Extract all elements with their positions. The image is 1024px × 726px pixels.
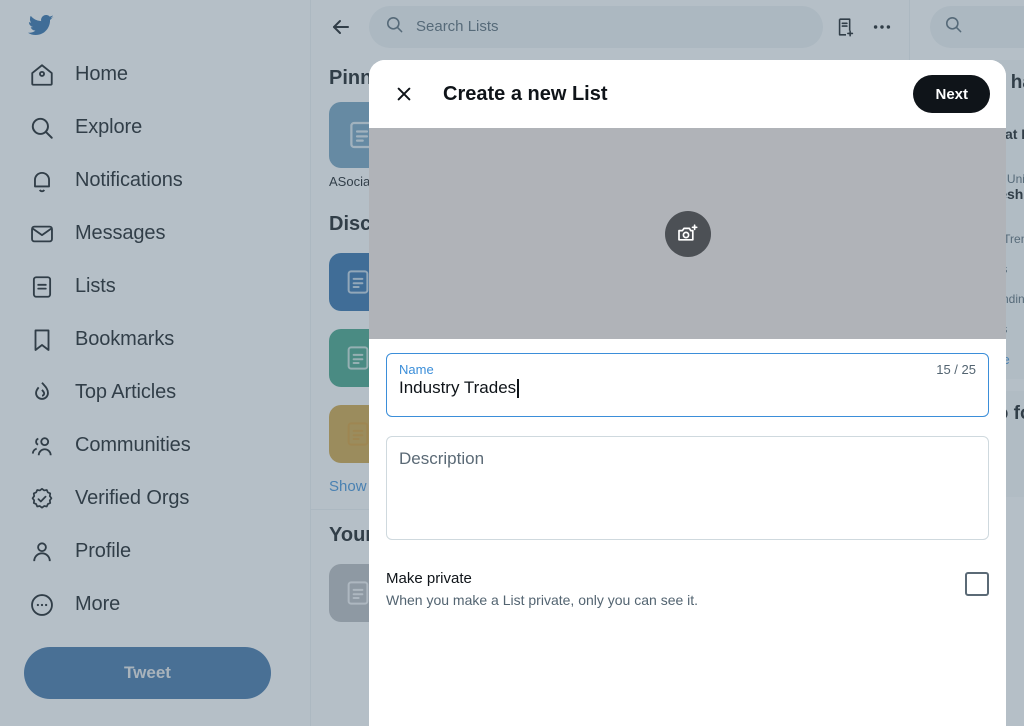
- make-private-texts: Make private When you make a List privat…: [386, 569, 698, 608]
- create-list-dialog: Create a new List Next Name 15 / 25 Indu…: [369, 60, 1006, 726]
- name-field-label: Name: [399, 362, 434, 377]
- dialog-body: Name 15 / 25 Industry Trades Description…: [369, 339, 1006, 726]
- list-banner-placeholder: [369, 128, 1006, 339]
- make-private-subtitle: When you make a List private, only you c…: [386, 592, 699, 608]
- close-icon[interactable]: [387, 77, 421, 111]
- make-private-checkbox[interactable]: [965, 572, 989, 596]
- dialog-title: Create a new List: [443, 82, 608, 105]
- next-button[interactable]: Next: [913, 75, 990, 113]
- camera-add-icon[interactable]: [664, 210, 711, 257]
- list-name-field[interactable]: Name 15 / 25 Industry Trades: [386, 353, 989, 417]
- list-description-field[interactable]: Description: [386, 436, 989, 540]
- text-cursor: [517, 378, 519, 398]
- screen: Home Explore Notifications Messages List…: [0, 0, 1024, 726]
- make-private-title: Make private: [386, 570, 472, 587]
- name-char-counter: 15 / 25: [936, 362, 976, 377]
- make-private-row: Make private When you make a List privat…: [386, 569, 989, 608]
- name-input-value: Industry Trades: [399, 378, 517, 397]
- name-field-value-wrap: Industry Trades: [399, 378, 976, 398]
- description-placeholder: Description: [399, 449, 485, 468]
- dialog-header: Create a new List Next: [369, 60, 1006, 128]
